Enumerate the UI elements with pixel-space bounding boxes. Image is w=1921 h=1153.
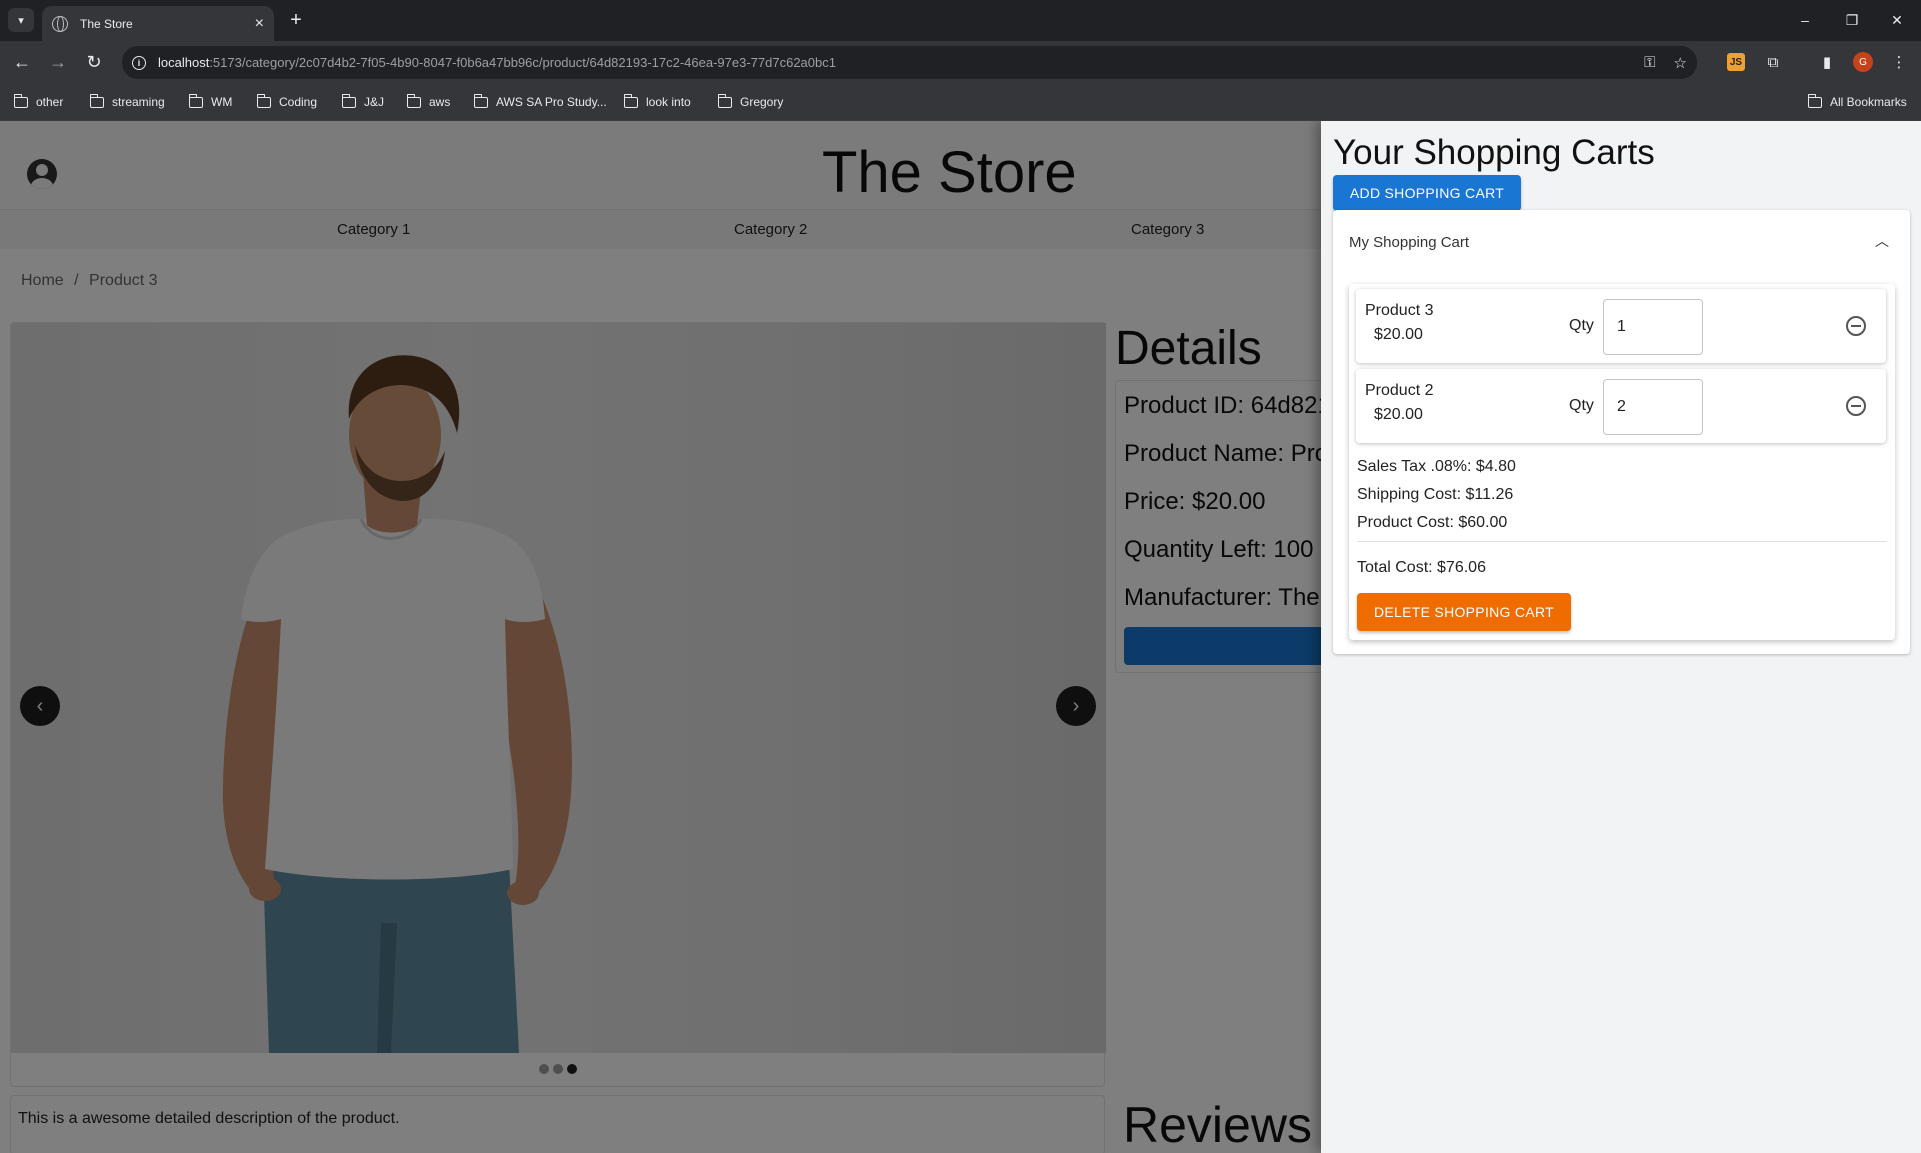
minimize-icon[interactable]: – bbox=[1793, 8, 1817, 32]
delete-shopping-cart-button[interactable]: DELETE SHOPPING CART bbox=[1357, 593, 1571, 631]
folder-icon bbox=[13, 93, 28, 108]
site-info-icon[interactable]: i bbox=[132, 55, 146, 70]
cart-item-name: Product 3 bbox=[1365, 302, 1434, 319]
browser-menu-icon[interactable]: ⋮ bbox=[1889, 52, 1909, 72]
bookmark-folder[interactable]: look into bbox=[623, 93, 691, 111]
new-tab-icon[interactable]: + bbox=[284, 8, 308, 32]
cart-item-name: Product 2 bbox=[1365, 382, 1434, 399]
shopping-cart-drawer: Your Shopping Carts ADD SHOPPING CART My… bbox=[1321, 121, 1921, 1153]
cart-item: Product 2 $20.00 Qty bbox=[1356, 369, 1886, 443]
remove-circle-icon[interactable] bbox=[1846, 396, 1866, 416]
browser-tab[interactable]: The Store × bbox=[42, 6, 274, 41]
cart-contents: Product 3 $20.00 Qty Product 2 $20.00 Qt… bbox=[1349, 284, 1895, 640]
all-bookmarks[interactable]: All Bookmarks bbox=[1807, 93, 1907, 111]
folder-icon bbox=[1807, 93, 1822, 108]
tab-title: The Store bbox=[80, 16, 133, 31]
js-extension-icon[interactable]: JS bbox=[1727, 53, 1745, 71]
address-bar[interactable]: i localhost :5173/category/2c07d4b2-7f05… bbox=[122, 46, 1697, 79]
url-path: :5173/category/2c07d4b2-7f05-4b90-8047-f… bbox=[209, 55, 836, 70]
add-shopping-cart-button[interactable]: ADD SHOPPING CART bbox=[1333, 175, 1521, 211]
forward-icon[interactable]: → bbox=[46, 50, 70, 74]
bookmark-folder[interactable]: AWS SA Pro Study... bbox=[473, 93, 607, 111]
chevron-up-icon[interactable]: ︿ bbox=[1873, 232, 1891, 250]
folder-icon bbox=[341, 93, 356, 108]
globe-icon bbox=[52, 15, 68, 32]
bookmark-folder[interactable]: Coding bbox=[256, 93, 317, 111]
folder-icon bbox=[188, 93, 203, 108]
cart-accordion: My Shopping Cart ︿ Product 3 $20.00 Qty … bbox=[1333, 210, 1910, 654]
folder-icon bbox=[623, 93, 638, 108]
browser-toolbar: ← → ↻ i localhost :5173/category/2c07d4b… bbox=[0, 41, 1921, 83]
password-key-icon[interactable]: ⚿ bbox=[1644, 54, 1655, 71]
cart-item-price: $20.00 bbox=[1374, 326, 1423, 343]
folder-icon bbox=[256, 93, 271, 108]
restore-icon[interactable]: ❐ bbox=[1840, 8, 1864, 32]
side-panel-icon[interactable]: ▮ bbox=[1817, 52, 1837, 72]
product-cost: Product Cost: $60.00 bbox=[1357, 514, 1508, 531]
qty-input[interactable] bbox=[1603, 379, 1703, 435]
bookmark-star-icon[interactable]: ☆ bbox=[1674, 54, 1687, 72]
drawer-title: Your Shopping Carts bbox=[1333, 133, 1655, 172]
shipping-cost: Shipping Cost: $11.26 bbox=[1357, 486, 1514, 503]
bookmark-folder[interactable]: aws bbox=[406, 93, 450, 111]
page-viewport: The Store Category 1 Category 2 Category… bbox=[0, 121, 1921, 1153]
bookmark-folder[interactable]: J&J bbox=[341, 93, 384, 111]
cart-item-price: $20.00 bbox=[1374, 406, 1423, 423]
folder-icon bbox=[406, 93, 421, 108]
bookmark-folder[interactable]: WM bbox=[188, 93, 232, 111]
sales-tax: Sales Tax .08%: $4.80 bbox=[1357, 458, 1516, 475]
close-tab-icon[interactable]: × bbox=[255, 15, 264, 33]
bookmark-folder[interactable]: streaming bbox=[89, 93, 165, 111]
folder-icon bbox=[89, 93, 104, 108]
reload-icon[interactable]: ↻ bbox=[82, 50, 106, 74]
folder-icon bbox=[717, 93, 732, 108]
qty-input[interactable] bbox=[1603, 299, 1703, 355]
extensions-puzzle-icon[interactable]: ⧉ bbox=[1763, 52, 1783, 72]
cart-item: Product 3 $20.00 Qty bbox=[1356, 289, 1886, 363]
remove-circle-icon[interactable] bbox=[1846, 316, 1866, 336]
tab-search-chevron-icon[interactable]: ▾ bbox=[8, 8, 34, 32]
qty-label: Qty bbox=[1569, 317, 1594, 334]
url-host: localhost bbox=[158, 55, 210, 70]
bookmark-folder[interactable]: other bbox=[13, 93, 63, 111]
qty-label: Qty bbox=[1569, 397, 1594, 414]
folder-icon bbox=[473, 93, 488, 108]
summary-divider bbox=[1357, 541, 1887, 542]
cart-name[interactable]: My Shopping Cart bbox=[1349, 234, 1469, 251]
bookmark-folder[interactable]: Gregory bbox=[717, 93, 783, 111]
tab-strip: ▾ The Store × + – ❐ ✕ bbox=[0, 0, 1921, 41]
back-icon[interactable]: ← bbox=[10, 50, 34, 74]
bookmarks-bar: other streaming WM Coding J&J aws AWS SA… bbox=[0, 83, 1921, 121]
profile-avatar[interactable]: G bbox=[1853, 52, 1873, 72]
total-cost: Total Cost: $76.06 bbox=[1357, 559, 1486, 576]
window-close-icon[interactable]: ✕ bbox=[1885, 8, 1909, 32]
